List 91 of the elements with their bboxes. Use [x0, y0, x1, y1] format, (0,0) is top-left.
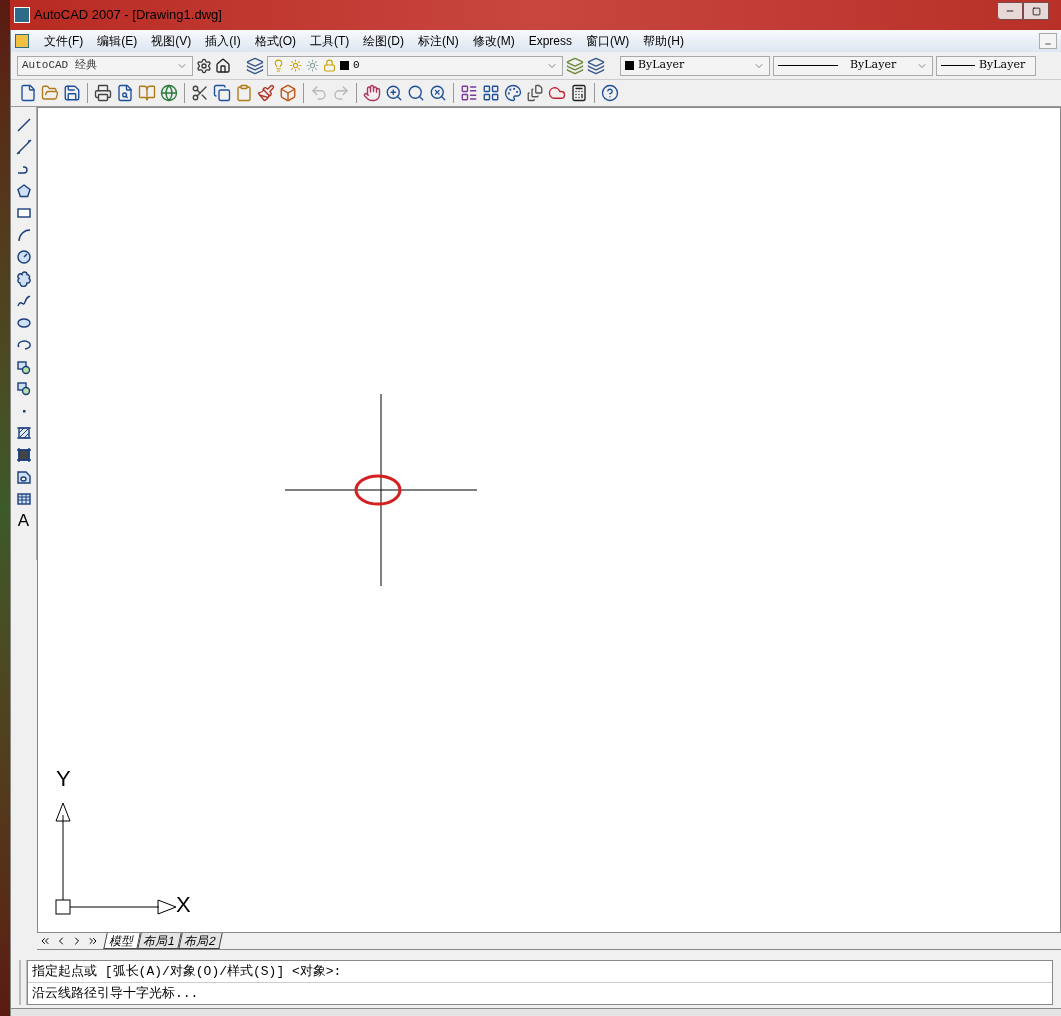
menu-item[interactable]: 插入(I)	[198, 32, 248, 50]
hatch-icon[interactable]	[15, 425, 32, 441]
circle-icon[interactable]	[15, 249, 32, 265]
layer-dropdown[interactable]: 0	[267, 55, 563, 76]
construction-line-icon[interactable]	[15, 139, 32, 155]
design-center-icon[interactable]	[482, 84, 500, 102]
printer-icon[interactable]	[94, 84, 112, 102]
window-title: AutoCAD 2007 - [Drawing1.dwg]	[34, 6, 222, 25]
markup-cloud-icon[interactable]	[548, 84, 566, 102]
command-line: 指定起点或 [弧长(A)/对象(O)/样式(S)] <对象>:	[28, 961, 1052, 983]
bulb-icon	[272, 59, 285, 72]
color-swatch-icon	[625, 61, 634, 70]
paintbrush-icon[interactable]	[257, 84, 275, 102]
minimize-icon	[1044, 40, 1052, 48]
crosshair-cursor-icon	[285, 394, 478, 586]
spline-icon[interactable]	[15, 293, 32, 309]
maximize-button[interactable]	[1023, 2, 1049, 20]
minimize-button[interactable]	[997, 2, 1023, 20]
linetype-value: ByLayer	[850, 57, 897, 74]
freeze-icon	[306, 59, 319, 72]
paste-icon[interactable]	[235, 84, 253, 102]
gradient-icon[interactable]	[15, 447, 32, 463]
app-logo-icon	[14, 7, 30, 23]
pan-hand-icon[interactable]	[363, 84, 381, 102]
menu-item[interactable]: 窗口(W)	[579, 32, 637, 50]
text-tool-button[interactable]: A	[17, 513, 30, 529]
lock-icon	[323, 59, 336, 72]
block-editor-icon[interactable]	[279, 84, 297, 102]
menu-item[interactable]: 格式(O)	[247, 32, 303, 50]
layer-name: 0	[353, 58, 360, 74]
make-block-icon[interactable]	[15, 381, 32, 397]
layer-states-icon[interactable]	[587, 56, 605, 75]
menu-item[interactable]: 编辑(E)	[90, 32, 145, 50]
properties-icon[interactable]	[460, 84, 478, 102]
color-swatch-icon	[340, 61, 349, 70]
line-sample-icon	[778, 65, 838, 66]
line-sample-icon	[941, 65, 975, 66]
menu-item[interactable]: 帮助(H)	[636, 32, 691, 50]
workspace-value: AutoCAD 经典	[22, 58, 97, 74]
menu-item[interactable]: 绘图(D)	[356, 32, 411, 50]
globe-icon[interactable]	[160, 84, 178, 102]
calculator-icon[interactable]	[570, 84, 588, 102]
menu-item[interactable]: 修改(M)	[465, 32, 522, 50]
elliptical-arc-icon[interactable]	[15, 337, 32, 353]
cut-icon[interactable]	[191, 84, 209, 102]
layers-icon[interactable]	[246, 56, 264, 75]
polygon-icon[interactable]	[15, 183, 32, 199]
x-axis-label: X	[176, 894, 191, 916]
y-axis-label: Y	[56, 768, 71, 790]
tool-palette-icon[interactable]	[504, 84, 522, 102]
help-icon[interactable]	[601, 84, 619, 102]
lineweight-value: ByLayer	[979, 57, 1026, 74]
zoom-in-icon[interactable]	[385, 84, 403, 102]
sheet-set-icon[interactable]	[526, 84, 544, 102]
new-file-icon[interactable]	[19, 84, 37, 102]
zoom-window-icon[interactable]	[407, 84, 425, 102]
copy-icon[interactable]	[213, 84, 231, 102]
layout-tab[interactable]: 布局1	[137, 933, 182, 949]
open-folder-icon[interactable]	[41, 84, 59, 102]
color-dropdown[interactable]: ByLayer	[620, 55, 770, 76]
menu-item[interactable]: 文件(F)	[37, 32, 91, 50]
line-icon[interactable]	[15, 117, 32, 133]
save-icon[interactable]	[63, 84, 81, 102]
menu-item[interactable]: Express	[521, 32, 579, 50]
arc-icon[interactable]	[15, 227, 32, 243]
menu-item[interactable]: 标注(N)	[411, 32, 466, 50]
layer-previous-icon[interactable]	[566, 56, 584, 75]
insert-block-icon[interactable]	[15, 359, 32, 375]
layout-tab[interactable]: 布局2	[178, 933, 223, 949]
workspace-settings-icon[interactable]	[196, 57, 212, 74]
menu-item[interactable]: 工具(T)	[303, 32, 357, 50]
highlight-ellipse	[353, 473, 403, 507]
lineweight-dropdown[interactable]: ByLayer	[936, 55, 1036, 76]
table-icon[interactable]	[15, 491, 32, 507]
menu-item[interactable]: 视图(V)	[144, 32, 199, 50]
command-line: 沿云线路径引导十字光标...	[31, 985, 200, 1003]
layout-tab[interactable]: 模型	[103, 933, 141, 949]
publish-icon[interactable]	[138, 84, 156, 102]
ellipse-icon[interactable]	[15, 315, 32, 331]
print-preview-icon[interactable]	[116, 84, 134, 102]
document-icon	[15, 34, 29, 48]
workspace-home-icon[interactable]	[215, 57, 231, 74]
workspace-dropdown[interactable]: AutoCAD 经典	[17, 55, 193, 76]
rectangle-icon[interactable]	[15, 205, 32, 221]
revision-cloud-icon[interactable]	[15, 271, 32, 287]
color-value: ByLayer	[638, 57, 685, 74]
region-icon[interactable]	[15, 469, 32, 485]
zoom-previous-icon[interactable]	[429, 84, 447, 102]
sun-icon	[289, 59, 302, 72]
linetype-dropdown[interactable]: ByLayer	[773, 55, 933, 76]
maximize-icon	[1031, 6, 1041, 16]
